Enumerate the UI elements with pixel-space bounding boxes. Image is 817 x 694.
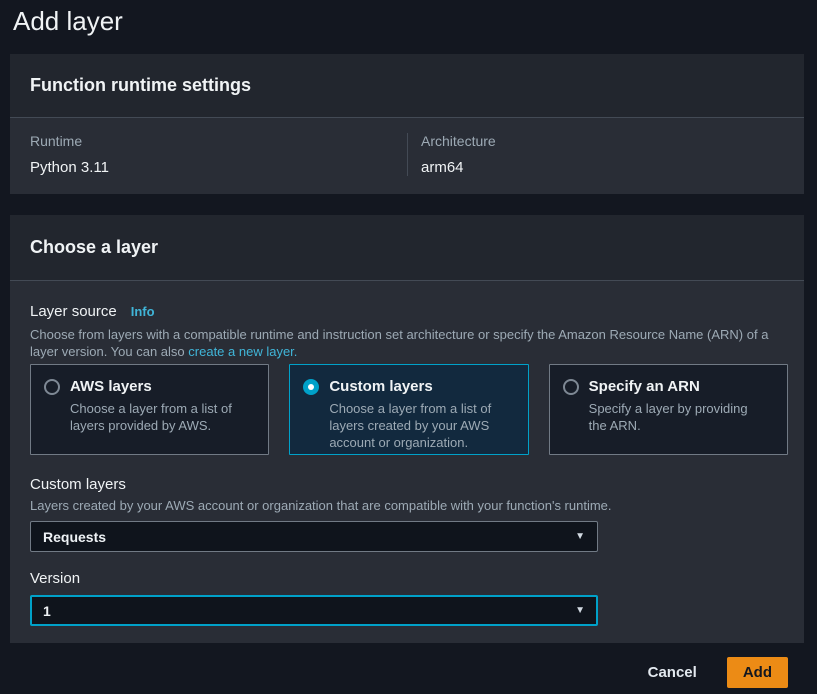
function-runtime-settings-body: Runtime Python 3.11 Architecture arm64 bbox=[10, 118, 804, 194]
function-runtime-settings-header: Function runtime settings bbox=[10, 54, 804, 118]
option-aws-layers-title: AWS layers bbox=[70, 378, 152, 395]
cancel-button[interactable]: Cancel bbox=[648, 664, 697, 681]
option-custom-layers[interactable]: Custom layers Choose a layer from a list… bbox=[289, 364, 528, 455]
runtime-field: Runtime Python 3.11 bbox=[10, 133, 407, 176]
option-custom-layers-description: Choose a layer from a list of layers cre… bbox=[329, 400, 504, 451]
custom-layers-description: Layers created by your AWS account or or… bbox=[30, 497, 778, 514]
chevron-down-icon: ▼ bbox=[575, 606, 585, 616]
layer-source-description: Choose from layers with a compatible run… bbox=[30, 326, 778, 360]
choose-a-layer-title: Choose a layer bbox=[30, 237, 158, 258]
option-aws-layers-head: AWS layers bbox=[44, 378, 256, 395]
version-label: Version bbox=[30, 570, 784, 588]
option-custom-layers-head: Custom layers bbox=[303, 378, 515, 395]
layer-source-label-row: Layer source Info bbox=[30, 303, 784, 321]
option-custom-layers-title: Custom layers bbox=[329, 378, 432, 395]
option-aws-layers-description: Choose a layer from a list of layers pro… bbox=[70, 400, 245, 434]
layer-source-description-text: Choose from layers with a compatible run… bbox=[30, 327, 768, 359]
footer-actions: Cancel Add bbox=[0, 643, 817, 688]
runtime-label: Runtime bbox=[30, 133, 407, 149]
radio-unchecked-icon[interactable] bbox=[44, 379, 60, 395]
choose-a-layer-header: Choose a layer bbox=[10, 215, 804, 281]
custom-layers-label: Custom layers bbox=[30, 476, 784, 494]
info-link[interactable]: Info bbox=[131, 304, 155, 319]
page-title: Add layer bbox=[13, 5, 817, 37]
chevron-down-icon: ▼ bbox=[575, 532, 585, 542]
runtime-value: Python 3.11 bbox=[30, 159, 407, 176]
architecture-value: arm64 bbox=[421, 159, 804, 176]
custom-layers-select[interactable]: Requests ▼ bbox=[30, 521, 598, 552]
create-new-layer-link[interactable]: create a new layer. bbox=[188, 344, 297, 359]
choose-a-layer-body: Layer source Info Choose from layers wit… bbox=[10, 281, 804, 643]
radio-checked-icon[interactable] bbox=[303, 379, 319, 395]
function-runtime-settings-title: Function runtime settings bbox=[30, 75, 251, 96]
radio-unchecked-icon[interactable] bbox=[563, 379, 579, 395]
custom-layers-select-value: Requests bbox=[43, 529, 106, 545]
layer-source-label: Layer source bbox=[30, 303, 117, 321]
architecture-label: Architecture bbox=[421, 133, 804, 149]
function-runtime-settings-panel: Function runtime settings Runtime Python… bbox=[10, 54, 804, 194]
add-button[interactable]: Add bbox=[727, 657, 788, 688]
option-specify-arn-head: Specify an ARN bbox=[563, 378, 775, 395]
option-specify-arn-description: Specify a layer by providing the ARN. bbox=[589, 400, 764, 434]
choose-a-layer-panel: Choose a layer Layer source Info Choose … bbox=[10, 215, 804, 643]
layer-source-options: AWS layers Choose a layer from a list of… bbox=[30, 364, 788, 455]
option-aws-layers[interactable]: AWS layers Choose a layer from a list of… bbox=[30, 364, 269, 455]
option-specify-arn-title: Specify an ARN bbox=[589, 378, 700, 395]
option-specify-arn[interactable]: Specify an ARN Specify a layer by provid… bbox=[549, 364, 788, 455]
add-layer-page: Add layer Function runtime settings Runt… bbox=[0, 5, 817, 694]
version-select-value: 1 bbox=[43, 603, 51, 619]
architecture-field: Architecture arm64 bbox=[407, 133, 804, 176]
version-select[interactable]: 1 ▼ bbox=[30, 595, 598, 626]
